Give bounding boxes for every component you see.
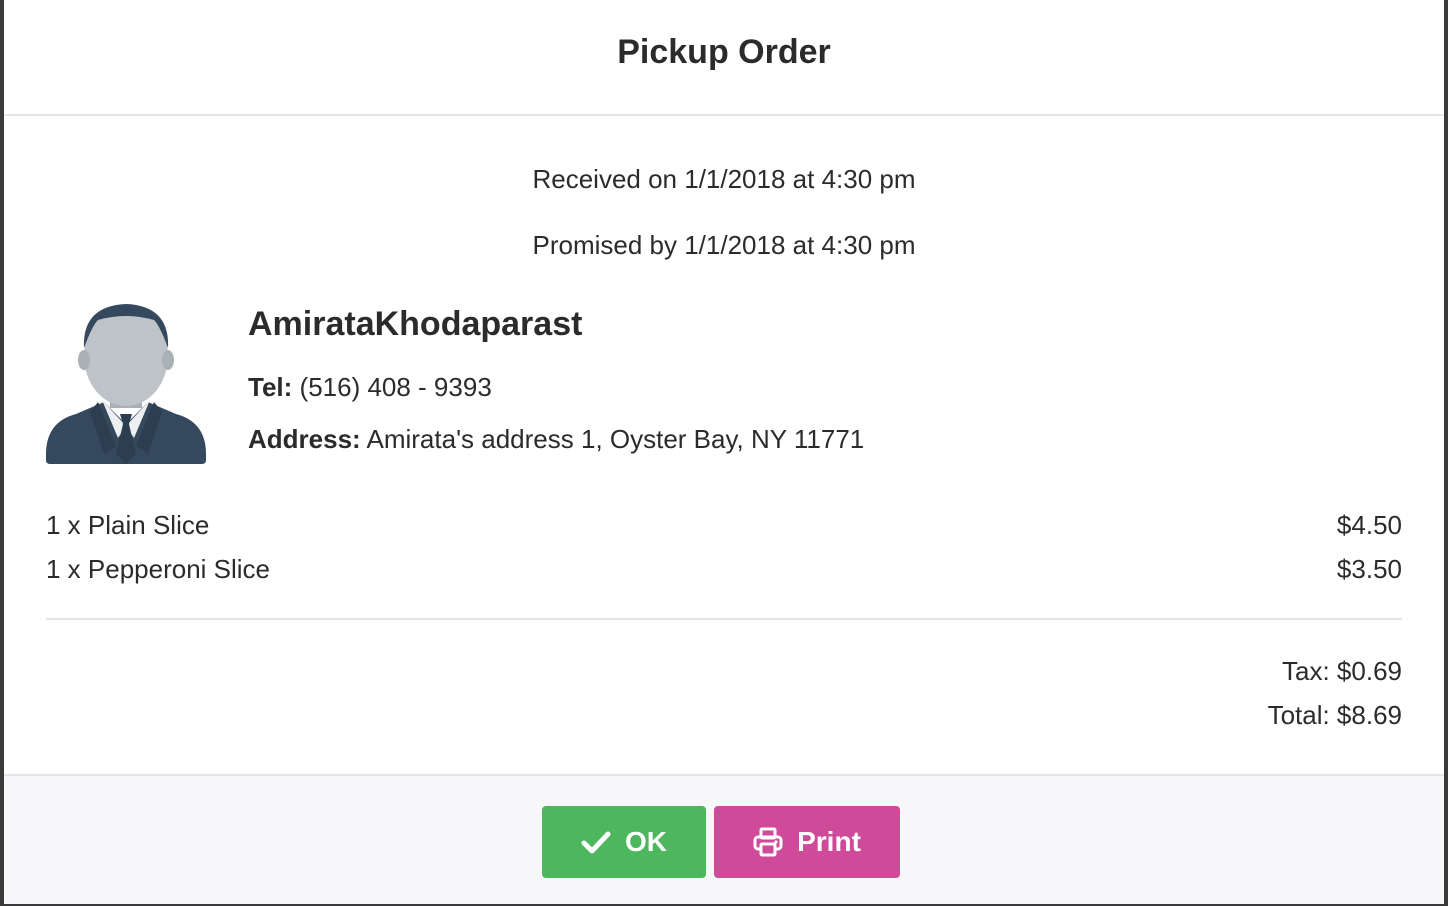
person-avatar-icon (46, 304, 206, 466)
customer-name: AmirataKhodaparast (248, 305, 583, 343)
pickup-order-modal: Pickup Order Received on 1/1/2018 at 4:3… (4, 0, 1444, 904)
check-icon (581, 831, 611, 854)
item-price: $3.50 (1336, 554, 1402, 584)
divider (46, 618, 1402, 620)
modal-footer: OK Print (4, 774, 1444, 904)
item-name: 1 x Plain Slice (46, 510, 210, 540)
ok-button-label: OK (625, 826, 667, 857)
print-button[interactable]: Print (714, 806, 900, 878)
tel-value: (516) 408 - 9393 (299, 372, 492, 402)
customer-info: AmirataKhodaparast Tel: (516) 408 - 9393… (248, 304, 864, 454)
order-totals: Tax: $0.69 Total: $8.69 (1268, 654, 1402, 742)
tel-label: Tel: (248, 372, 293, 402)
received-time: Received on 1/1/2018 at 4:30 pm (532, 164, 916, 194)
customer-address: Address: Amirata's address 1, Oyster Bay… (248, 424, 864, 454)
printer-icon (753, 827, 783, 857)
modal-header: Pickup Order (4, 0, 1444, 116)
tax-amount: Tax: $0.69 (1282, 656, 1402, 686)
promised-time: Promised by 1/1/2018 at 4:30 pm (532, 230, 916, 260)
customer-tel: Tel: (516) 408 - 9393 (248, 372, 864, 402)
modal-body: Received on 1/1/2018 at 4:30 pm Promised… (4, 118, 1444, 774)
item-price: $4.50 (1336, 510, 1402, 540)
order-items: 1 x Plain Slice $4.50 1 x Pepperoni Slic… (46, 508, 1402, 596)
total-amount: Total: $8.69 (1267, 700, 1402, 730)
list-item: 1 x Plain Slice $4.50 (46, 508, 1402, 552)
modal-title: Pickup Order (617, 32, 831, 71)
ok-button[interactable]: OK (542, 806, 706, 878)
address-value: Amirata's address 1, Oyster Bay, NY 1177… (366, 424, 865, 454)
address-label: Address: (248, 424, 361, 454)
item-name: 1 x Pepperoni Slice (46, 554, 271, 584)
list-item: 1 x Pepperoni Slice $3.50 (46, 552, 1402, 596)
print-button-label: Print (797, 826, 861, 857)
